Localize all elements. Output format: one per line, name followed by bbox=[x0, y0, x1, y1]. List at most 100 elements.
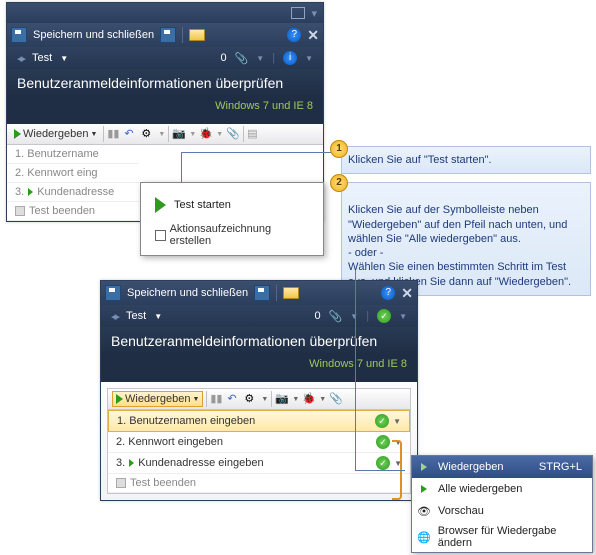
checkbox-label: Aktionsaufzeichnung erstellen bbox=[170, 223, 309, 247]
play-all-icon bbox=[416, 481, 432, 497]
test-label: Test bbox=[126, 310, 146, 322]
step-num: 3. bbox=[116, 457, 125, 469]
chevron-down-icon[interactable]: ▼ bbox=[393, 417, 401, 426]
callout-text: Klicken Sie auf "Test starten". bbox=[348, 154, 492, 166]
menu-label: Alle wiedergeben bbox=[438, 483, 522, 495]
step-label: 2. Kennwort eing bbox=[15, 167, 98, 179]
step-row[interactable]: 3. Kundenadresse bbox=[7, 183, 139, 202]
close-icon[interactable]: ✕ bbox=[401, 285, 413, 302]
bug-icon[interactable]: 🐞 bbox=[199, 127, 213, 141]
chevron-icon[interactable]: ▾ bbox=[311, 7, 317, 20]
dropdown-icon[interactable]: ▼ bbox=[305, 54, 313, 63]
replay-button[interactable]: Wiedergeben ▼ bbox=[11, 127, 100, 141]
menu-label: Vorschau bbox=[438, 505, 484, 517]
badge-2: 2 bbox=[330, 174, 348, 192]
play-icon bbox=[416, 459, 432, 475]
step-label: 1. Benutzername bbox=[15, 148, 99, 160]
bug-icon[interactable]: 🐞 bbox=[302, 392, 316, 406]
step-label: 2. Kennwort eingeben bbox=[116, 436, 223, 448]
menu-item-replay-all[interactable]: Alle wiedergeben bbox=[412, 478, 592, 500]
stop-icon bbox=[116, 478, 126, 488]
folder-icon[interactable] bbox=[189, 29, 205, 41]
nav-arrows-icon[interactable]: ◂▸ bbox=[111, 310, 118, 323]
undo-icon[interactable]: ↶ bbox=[227, 392, 241, 406]
step-num: 3. bbox=[15, 186, 24, 198]
start-test-popup: Test starten Aktionsaufzeichnung erstell… bbox=[140, 182, 324, 256]
toolbar: Wiedergeben ▼ ▮▮ ↶ ⚙ ▼ 📷 ▼ 🐞 ▼ 📎 ▤ bbox=[7, 124, 323, 145]
count-label: 0 bbox=[314, 310, 320, 322]
step-row[interactable]: Test beenden bbox=[108, 474, 410, 493]
nav-arrows-icon[interactable]: ◂▸ bbox=[17, 52, 24, 65]
config-label: Windows 7 und IE 8 bbox=[101, 355, 417, 376]
attachment-icon[interactable]: 📎 bbox=[235, 52, 249, 65]
play-icon bbox=[155, 197, 166, 213]
save-close-label[interactable]: Speichern und schließen bbox=[33, 29, 154, 41]
camera-icon[interactable]: 📷 bbox=[172, 127, 186, 141]
step-row[interactable]: 2. Kennwort eingeben✓▼ bbox=[108, 432, 410, 453]
check-icon[interactable]: ✓ bbox=[376, 456, 390, 470]
step-row[interactable]: 1. Benutzername bbox=[7, 145, 139, 164]
test-bar: ◂▸ Test ▼ 0 📎 ▼ | ✓ ▼ bbox=[101, 305, 417, 327]
save-icon bbox=[105, 285, 121, 301]
menu-item-preview[interactable]: 👁 Vorschau bbox=[412, 500, 592, 522]
badge-1: 1 bbox=[330, 140, 348, 158]
titlebar: Speichern und schließen ? ✕ bbox=[101, 281, 417, 305]
disk-icon[interactable] bbox=[254, 285, 270, 301]
replay-menu: Wiedergeben STRG+L Alle wiedergeben 👁 Vo… bbox=[411, 455, 593, 553]
disk-icon[interactable] bbox=[160, 27, 176, 43]
doc-icon[interactable]: ▤ bbox=[247, 127, 261, 141]
step-label: Kundenadresse eingeben bbox=[138, 457, 263, 469]
dropdown-icon[interactable]: ▼ bbox=[256, 54, 264, 63]
titlebar: Speichern und schließen ? ✕ bbox=[7, 23, 323, 47]
menu-shortcut: STRG+L bbox=[539, 461, 582, 473]
tool-icon[interactable]: ⚙ bbox=[141, 127, 155, 141]
help-icon[interactable]: ? bbox=[381, 286, 395, 300]
test-dropdown-icon[interactable]: ▼ bbox=[60, 54, 68, 63]
page-title: Benutzeranmeldeinformationen überprüfen bbox=[101, 327, 417, 355]
checkbox[interactable] bbox=[155, 230, 166, 241]
step-row[interactable]: 1. Benutzernamen eingeben ✓ ▼ bbox=[108, 410, 410, 432]
play-icon bbox=[14, 129, 21, 139]
step-label: Test beenden bbox=[130, 477, 196, 489]
step-label: Kundenadresse bbox=[37, 186, 114, 198]
info-icon[interactable]: i bbox=[283, 51, 297, 65]
preview-icon: 👁 bbox=[416, 503, 432, 519]
menu-item-replay[interactable]: Wiedergeben STRG+L bbox=[412, 456, 592, 478]
replay-label: Wiedergeben bbox=[23, 128, 88, 140]
dropdown-icon[interactable]: ▼ bbox=[154, 312, 162, 321]
check-icon[interactable]: ✓ bbox=[375, 414, 389, 428]
clip-icon[interactable]: 📎 bbox=[226, 127, 240, 141]
step-row[interactable]: 2. Kennwort eing bbox=[7, 164, 139, 183]
folder-icon[interactable] bbox=[283, 287, 299, 299]
menu-item-change-browser[interactable]: 🌐 Browser für Wiedergabe ändern bbox=[412, 522, 592, 552]
play-icon bbox=[129, 459, 134, 467]
close-icon[interactable]: ✕ bbox=[307, 27, 319, 44]
clip-icon[interactable]: 📎 bbox=[329, 392, 343, 406]
callout-2: Klicken Sie auf der Symbolleiste neben "… bbox=[341, 182, 591, 296]
attachment-icon[interactable]: 📎 bbox=[329, 310, 343, 323]
page-title: Benutzeranmeldeinformationen überprüfen bbox=[7, 69, 323, 97]
count-label: 0 bbox=[220, 52, 226, 64]
check-icon[interactable]: ✓ bbox=[376, 435, 390, 449]
replay-button[interactable]: Wiedergeben ▼ bbox=[112, 391, 203, 407]
menu-label: Wiedergeben bbox=[438, 461, 503, 473]
step-row[interactable]: Test beenden bbox=[7, 202, 139, 221]
test-label: Test bbox=[32, 52, 52, 64]
step-label: 1. Benutzernamen eingeben bbox=[117, 415, 255, 427]
play-icon bbox=[116, 394, 123, 404]
help-icon[interactable]: ? bbox=[287, 28, 301, 42]
start-test-label[interactable]: Test starten bbox=[174, 199, 231, 211]
tool-icon[interactable]: ⚙ bbox=[244, 392, 258, 406]
step-label: Test beenden bbox=[29, 205, 95, 217]
check-icon[interactable]: ✓ bbox=[377, 309, 391, 323]
pause-icon[interactable]: ▮▮ bbox=[210, 392, 224, 406]
callout-1: Klicken Sie auf "Test starten". bbox=[341, 146, 591, 174]
pause-icon[interactable]: ▮▮ bbox=[107, 127, 121, 141]
test-bar: ◂▸ Test ▼ 0 📎 ▼ | i ▼ bbox=[7, 47, 323, 69]
replay-label: Wiedergeben bbox=[125, 393, 190, 405]
layout-icon[interactable] bbox=[291, 7, 305, 19]
undo-icon[interactable]: ↶ bbox=[124, 127, 138, 141]
save-close-label[interactable]: Speichern und schließen bbox=[127, 287, 248, 299]
toolbar: Wiedergeben ▼ ▮▮ ↶ ⚙ ▼ 📷 ▼ 🐞 ▼ 📎 bbox=[107, 388, 411, 410]
camera-icon[interactable]: 📷 bbox=[275, 392, 289, 406]
